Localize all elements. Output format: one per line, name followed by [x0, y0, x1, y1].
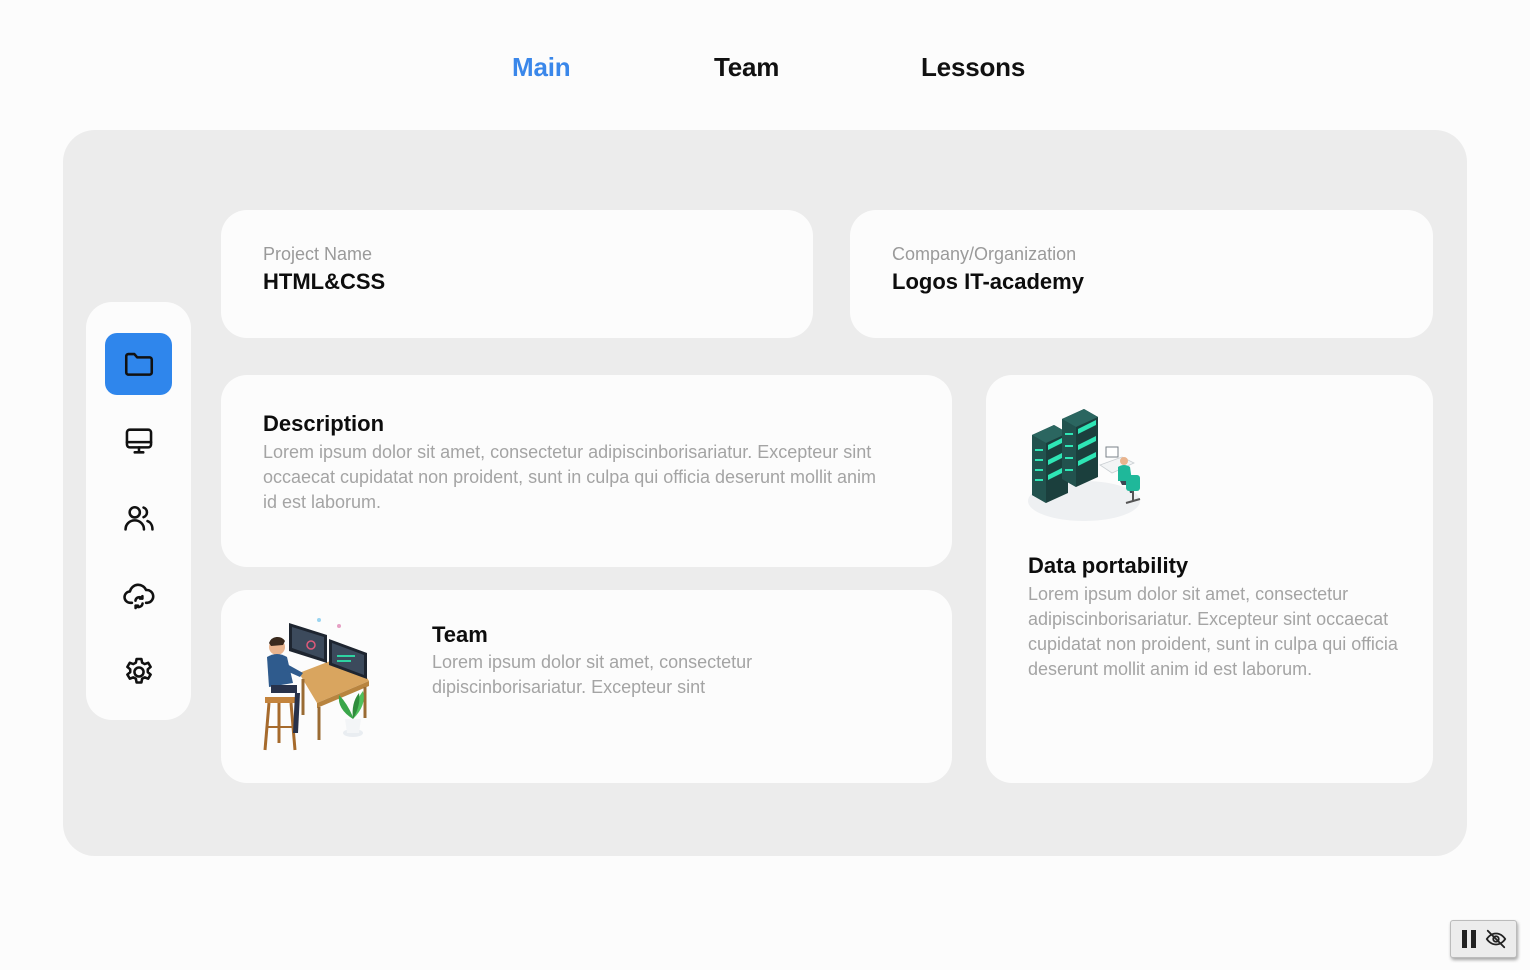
- player-controls: [1450, 920, 1517, 958]
- sidebar-item-settings[interactable]: [105, 641, 172, 703]
- eye-off-icon: [1485, 929, 1506, 949]
- description-title: Description: [263, 411, 385, 436]
- team-card-text: Lorem ipsum dolor sit amet, consectetur …: [432, 652, 753, 697]
- top-navigation: Main Team Lessons: [0, 52, 1530, 88]
- project-name-value: HTML&CSS: [263, 269, 386, 294]
- project-name-label: Project Name: [263, 244, 373, 264]
- data-portability-card: Data portability Lorem ipsum dolor sit a…: [986, 375, 1433, 783]
- data-portability-text: Lorem ipsum dolor sit amet, consectetur …: [1028, 584, 1398, 679]
- team-card-title: Team: [432, 622, 488, 647]
- sidebar-item-cloud[interactable]: [105, 564, 172, 626]
- nav-lessons[interactable]: Lessons: [921, 52, 1025, 83]
- sidebar-item-users[interactable]: [105, 487, 172, 549]
- pause-button[interactable]: [1460, 929, 1478, 949]
- monitor-icon: [125, 428, 152, 454]
- users-icon: [123, 505, 154, 531]
- data-portability-title: Data portability: [1028, 553, 1189, 578]
- pause-icon: [1462, 930, 1477, 948]
- data-servers-illustration: [1028, 409, 1141, 521]
- team-card: Team Lorem ipsum dolor sit amet, consect…: [221, 590, 952, 783]
- project-name-card: Project Name HTML&CSS: [221, 210, 813, 338]
- sidebar-item-projects[interactable]: [105, 333, 172, 395]
- sidebar-item-monitor[interactable]: [105, 410, 172, 472]
- cloud-sync-icon: [122, 583, 154, 610]
- gear-icon: [125, 657, 152, 684]
- description-card: Description Lorem ipsum dolor sit amet, …: [221, 375, 952, 567]
- company-card: Company/Organization Logos IT-academy: [850, 210, 1433, 338]
- company-label: Company/Organization: [892, 244, 1077, 264]
- folder-icon: [124, 352, 153, 376]
- developer-at-desk-illustration: [263, 618, 369, 751]
- nav-main[interactable]: Main: [512, 52, 571, 83]
- hide-button[interactable]: [1485, 928, 1507, 950]
- sidebar: [86, 302, 191, 720]
- description-text: Lorem ipsum dolor sit amet, consectetur …: [263, 442, 877, 512]
- company-value: Logos IT-academy: [892, 269, 1084, 294]
- nav-team[interactable]: Team: [714, 52, 779, 83]
